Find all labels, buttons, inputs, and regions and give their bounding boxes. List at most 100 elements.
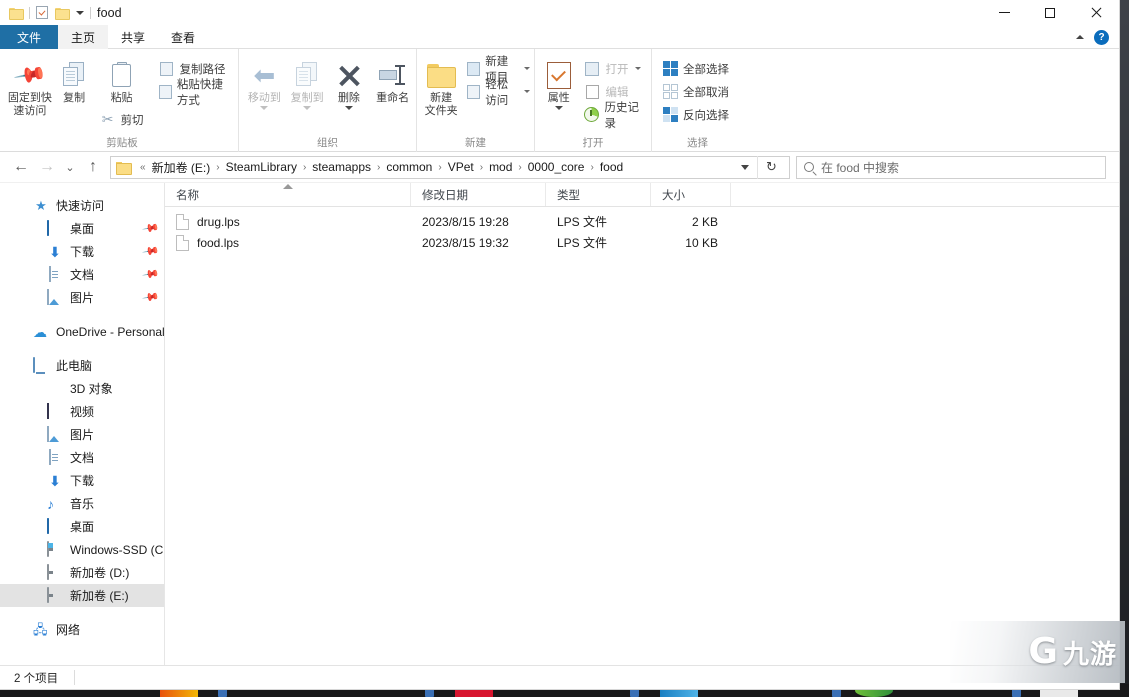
- breadcrumb-item-0[interactable]: 新加卷 (E:): [151, 159, 212, 176]
- move-to-button[interactable]: ⬅ 移动到: [243, 54, 286, 110]
- chevron-right-icon[interactable]: ›: [298, 162, 311, 173]
- invert-selection-button[interactable]: 反向选择: [658, 104, 733, 125]
- file-explorer-window: food 文件 主页 共享 查看 ?: [0, 0, 1120, 690]
- tab-home[interactable]: 主页: [58, 25, 108, 49]
- breadcrumb-item-5[interactable]: mod: [488, 160, 513, 174]
- scissors-icon: ✂: [102, 111, 114, 128]
- chevron-down-icon[interactable]: [260, 106, 268, 110]
- search-box[interactable]: 在 food 中搜索: [796, 156, 1106, 179]
- document-icon: [49, 266, 51, 282]
- sidebar-item-label: 下载: [70, 243, 94, 260]
- sidebar-item-drive-c[interactable]: Windows-SSD (C:): [0, 538, 164, 561]
- history-button[interactable]: 历史记录: [580, 104, 651, 125]
- chevron-right-icon[interactable]: ›: [513, 162, 526, 173]
- sidebar-item-videos[interactable]: 视频: [0, 400, 164, 423]
- pin-to-quick-access-button[interactable]: 📌 固定到快速访问: [6, 54, 54, 118]
- file-list[interactable]: drug.lps 2023/8/15 19:28 LPS 文件 2 KB foo…: [165, 207, 1119, 665]
- sidebar-item-network[interactable]: 🖧 网络: [0, 618, 164, 641]
- sidebar-item-documents[interactable]: 文档 📌: [0, 263, 164, 286]
- sidebar-item-downloads[interactable]: ⬇ 下载 📌: [0, 240, 164, 263]
- chevron-down-icon[interactable]: [524, 90, 530, 93]
- chevron-up-icon[interactable]: [1076, 35, 1084, 39]
- sidebar-item-drive-d[interactable]: 新加卷 (D:): [0, 561, 164, 584]
- pin-icon[interactable]: 📌: [142, 265, 161, 284]
- sidebar-item-3d-objects[interactable]: 3D 对象: [0, 377, 164, 400]
- properties-icon[interactable]: [36, 6, 48, 19]
- breadcrumb-item-7[interactable]: food: [599, 160, 624, 174]
- forward-button[interactable]: →: [34, 154, 60, 180]
- sidebar-item-quick-access[interactable]: ★ 快速访问: [0, 194, 164, 217]
- rename-button[interactable]: 重命名: [369, 54, 416, 105]
- maximize-button[interactable]: [1027, 0, 1073, 25]
- paste-shortcut-button[interactable]: 粘贴快捷方式: [155, 81, 238, 102]
- select-all-button[interactable]: 全部选择: [658, 58, 733, 79]
- sidebar-item-music[interactable]: ♪ 音乐: [0, 492, 164, 515]
- tab-share[interactable]: 共享: [108, 25, 158, 49]
- address-bar[interactable]: « 新加卷 (E:) › SteamLibrary › steamapps › …: [110, 156, 790, 179]
- column-header-name[interactable]: 名称: [165, 183, 411, 206]
- chevron-down-icon[interactable]: [303, 106, 311, 110]
- chevron-right-icon[interactable]: ›: [475, 162, 488, 173]
- sidebar-item-pictures[interactable]: 图片 📌: [0, 286, 164, 309]
- pin-icon[interactable]: 📌: [142, 288, 161, 307]
- breadcrumb-overflow[interactable]: «: [135, 162, 151, 173]
- recent-locations-button[interactable]: ⌄: [60, 154, 80, 180]
- table-row[interactable]: food.lps 2023/8/15 19:32 LPS 文件 10 KB: [165, 232, 1119, 253]
- chevron-down-icon[interactable]: [524, 67, 530, 70]
- desktop-icon: [47, 518, 49, 534]
- sidebar-item-desktop[interactable]: 桌面 📌: [0, 217, 164, 240]
- help-icon[interactable]: ?: [1094, 30, 1109, 45]
- chevron-right-icon[interactable]: ›: [211, 162, 224, 173]
- address-dropdown-icon[interactable]: [741, 165, 749, 170]
- sidebar-item-desktop-pc[interactable]: 桌面: [0, 515, 164, 538]
- cut-button[interactable]: ✂ 剪切: [100, 109, 144, 130]
- copy-button[interactable]: 复制: [54, 54, 95, 105]
- sidebar-item-documents-pc[interactable]: 文档: [0, 446, 164, 469]
- refresh-button[interactable]: ↻: [757, 156, 785, 179]
- properties-button[interactable]: 属性: [539, 54, 578, 110]
- tab-file[interactable]: 文件: [0, 25, 58, 49]
- sidebar-item-onedrive[interactable]: ☁ OneDrive - Personal: [0, 320, 164, 343]
- sidebar-item-drive-e[interactable]: 新加卷 (E:): [0, 584, 164, 607]
- breadcrumb-item-3[interactable]: common: [385, 160, 433, 174]
- column-header-size[interactable]: 大小: [651, 183, 731, 206]
- breadcrumb-item-6[interactable]: 0000_core: [527, 160, 586, 174]
- close-button[interactable]: [1073, 0, 1119, 25]
- new-folder-button[interactable]: 新建 文件夹: [421, 54, 461, 118]
- open-button[interactable]: 打开: [580, 58, 651, 79]
- sidebar-item-downloads-pc[interactable]: ⬇ 下载: [0, 469, 164, 492]
- content-pane: 名称 修改日期 类型 大小 d: [165, 183, 1119, 665]
- sidebar-item-pictures-pc[interactable]: 图片: [0, 423, 164, 446]
- chevron-down-icon[interactable]: [635, 67, 641, 70]
- folder-icon[interactable]: [55, 7, 69, 19]
- chevron-down-icon[interactable]: [76, 11, 84, 15]
- pin-icon[interactable]: 📌: [142, 219, 161, 238]
- sidebar-item-this-pc[interactable]: 此电脑: [0, 354, 164, 377]
- navigation-pane[interactable]: ★ 快速访问 桌面 📌 ⬇ 下载 📌 文档 📌: [0, 183, 165, 665]
- pin-icon[interactable]: 📌: [142, 242, 161, 261]
- up-button[interactable]: ↑: [80, 154, 106, 180]
- paste-button[interactable]: 粘贴: [95, 58, 149, 105]
- column-header-modified[interactable]: 修改日期: [411, 183, 546, 206]
- column-header-type[interactable]: 类型: [546, 183, 651, 206]
- delete-button[interactable]: 删除: [329, 54, 370, 110]
- back-button[interactable]: ←: [8, 154, 34, 180]
- breadcrumb-item-2[interactable]: steamapps: [311, 160, 372, 174]
- chevron-right-icon[interactable]: ›: [585, 162, 598, 173]
- quick-access-toolbar[interactable]: food: [0, 6, 122, 20]
- copy-to-button[interactable]: 复制到: [286, 54, 329, 110]
- tab-view[interactable]: 查看: [158, 25, 208, 49]
- chevron-right-icon[interactable]: ›: [372, 162, 385, 173]
- select-commands: 全部选择 全部取消 反向选择: [658, 54, 733, 125]
- select-none-button[interactable]: 全部取消: [658, 81, 733, 102]
- button-label-line1: 新建: [430, 92, 452, 105]
- open-extra-commands: 打开 编辑 历史记录: [580, 54, 651, 125]
- breadcrumb-item-1[interactable]: SteamLibrary: [225, 160, 298, 174]
- chevron-down-icon[interactable]: [345, 106, 353, 110]
- easy-access-button[interactable]: 轻松访问: [463, 81, 534, 102]
- table-row[interactable]: drug.lps 2023/8/15 19:28 LPS 文件 2 KB: [165, 211, 1119, 232]
- chevron-right-icon[interactable]: ›: [433, 162, 446, 173]
- breadcrumb-item-4[interactable]: VPet: [447, 160, 475, 174]
- minimize-button[interactable]: [981, 0, 1027, 25]
- chevron-down-icon[interactable]: [555, 106, 563, 110]
